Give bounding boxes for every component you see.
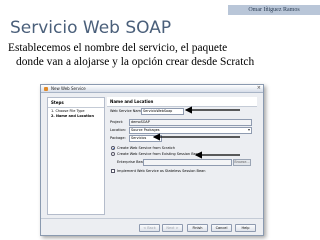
package-select[interactable]: Servicios — [129, 134, 162, 142]
steps-heading: Steps — [48, 98, 104, 108]
stateless-checkbox[interactable] — [111, 169, 115, 173]
back-button: < Back — [139, 224, 160, 232]
project-field: demoSOAP — [129, 118, 252, 126]
enterprise-bean-field — [143, 158, 232, 166]
service-name-field[interactable]: ServicioWebSoap — [141, 107, 184, 115]
cancel-button[interactable]: Cancel — [211, 224, 232, 232]
button-bar: < Back Next > Finish Cancel Help — [41, 218, 263, 235]
finish-button[interactable]: Finish — [187, 224, 208, 232]
author-banner: Omar Iñiguez Ramos — [228, 5, 320, 15]
service-name-label: Web Service Name: — [110, 109, 145, 113]
step-number: 2. — [51, 114, 55, 118]
netbeans-app-icon — [44, 86, 48, 91]
dialog-title: New Web Service — [51, 86, 86, 91]
browse-button: Browse... — [233, 158, 251, 166]
step-label: Choose File Type — [55, 109, 85, 113]
session-bean-option-label: Create Web Service from Existing Session… — [117, 152, 201, 156]
location-label: Location: — [110, 128, 126, 132]
slide-title: Servicio Web SOAP — [10, 18, 172, 38]
step-label: Name and Location — [55, 114, 94, 118]
close-icon[interactable]: × — [257, 85, 261, 92]
panel-heading: Name and Location — [107, 97, 257, 107]
next-button: Next > — [162, 224, 183, 232]
scratch-radio[interactable] — [111, 146, 115, 150]
project-label: Project: — [110, 120, 124, 124]
scratch-option-label: Create Web Service from Scratch — [117, 146, 176, 150]
package-label: Package: — [110, 136, 126, 140]
body-line-2: donde van a alojarse y la opción crear d… — [16, 56, 255, 68]
new-web-service-dialog: New Web Service × Steps 1. Choose File T… — [40, 84, 264, 236]
location-select[interactable]: Source Packages — [129, 126, 252, 134]
body-line-1: Establecemos el nombre del servicio, el … — [8, 42, 228, 54]
name-location-panel: Name and Location Web Service Name: Serv… — [107, 97, 257, 213]
session-bean-radio[interactable] — [111, 152, 115, 156]
slide-body-text: Establecemos el nombre del servicio, el … — [8, 41, 318, 69]
step-item-current: 2. Name and Location — [48, 113, 104, 118]
help-button[interactable]: Help — [235, 224, 256, 232]
steps-panel: Steps 1. Choose File Type 2. Name and Lo… — [47, 97, 105, 215]
stateless-option-label: Implement Web Service as Stateless Sessi… — [117, 169, 206, 173]
dialog-titlebar: New Web Service × — [41, 85, 263, 93]
step-number: 1. — [51, 109, 55, 113]
enterprise-bean-label: Enterprise Bean: — [117, 160, 147, 164]
